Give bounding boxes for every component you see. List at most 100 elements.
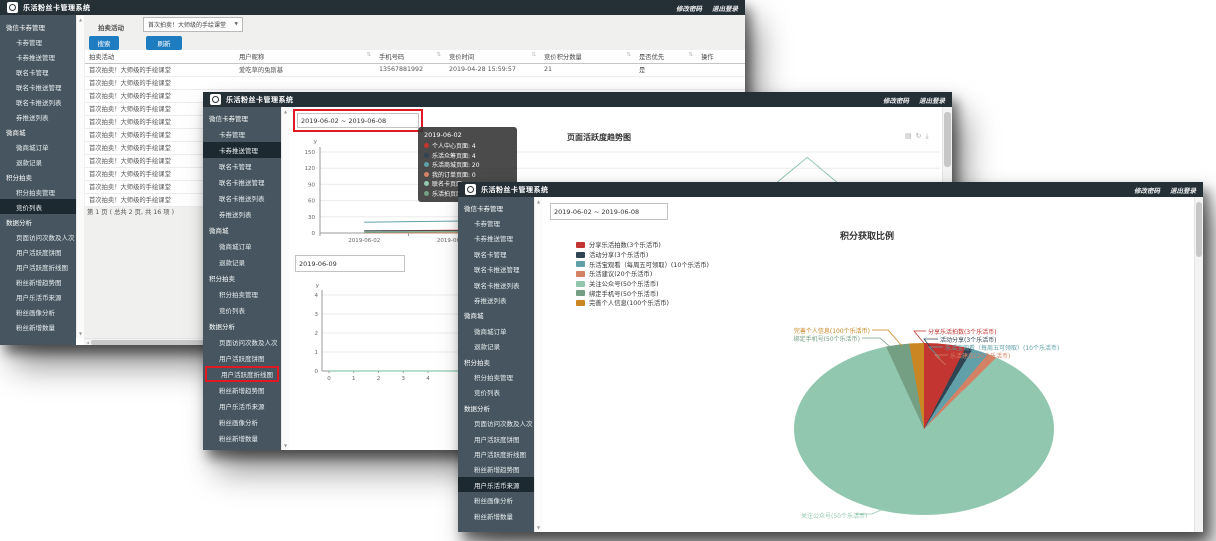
refresh-button[interactable]: 刷新	[146, 36, 182, 50]
logout-link[interactable]: 退出登录	[919, 95, 945, 105]
date-range-input[interactable]: 2019-06-02 ~ 2019-06-08	[550, 203, 668, 220]
sidebar-item-联名卡管理[interactable]: 联名卡管理	[458, 246, 534, 261]
sidebar-item-卡券推送管理[interactable]: 卡券推送管理	[203, 142, 281, 158]
save-image-icon[interactable]: ⤓	[926, 132, 929, 141]
logout-link[interactable]: 退出登录	[1170, 185, 1196, 195]
auction-activity-select[interactable]: 首次拍卖！大师级的手绘课堂 ▼	[143, 17, 243, 32]
content-scrollbar[interactable]: ▲▼	[76, 15, 84, 338]
pie-chart[interactable]	[794, 343, 1054, 515]
sidebar-item-用户活跃度折线图[interactable]: 用户活跃度折线图	[458, 446, 534, 461]
sort-icon[interactable]: ⇅	[688, 52, 693, 58]
sidebar-item-卡券推送管理[interactable]: 卡券推送管理	[0, 49, 76, 64]
content-scrollbar[interactable]: ▲▼	[281, 107, 289, 450]
sidebar-item-用户乐活币来源[interactable]: 用户乐活币来源	[203, 398, 281, 414]
sidebar-item-粉丝新增趋势图[interactable]: 粉丝新增趋势图	[203, 382, 281, 398]
change-password-link[interactable]: 修改密码	[1134, 185, 1160, 195]
scrollbar-thumb[interactable]	[1196, 202, 1202, 257]
scroll-down-icon[interactable]: ▼	[284, 443, 287, 448]
sidebar-item-页面访问次数及人次[interactable]: 页面访问次数及人次	[458, 415, 534, 430]
sidebar-item-页面访问次数及人次[interactable]: 页面访问次数及人次	[0, 229, 76, 244]
scroll-left-icon[interactable]: ◄	[84, 340, 91, 345]
sidebar-item-联名卡管理[interactable]: 联名卡管理	[203, 158, 281, 174]
sidebar-item-券推送列表[interactable]: 券推送列表	[203, 206, 281, 222]
table-row[interactable]: 首次拍卖！大师级的手绘课堂爱吃草的兔斯基135678819922019-04-2…	[85, 63, 745, 76]
sidebar-item-用户乐活币来源[interactable]: 用户乐活币来源	[0, 289, 76, 304]
scroll-up-icon[interactable]: ▲	[537, 199, 540, 204]
logout-link[interactable]: 退出登录	[712, 3, 738, 13]
sidebar-item-联名卡推送列表[interactable]: 联名卡推送列表	[0, 94, 76, 109]
date-range-input[interactable]: 2019-06-02 ~ 2019-06-08	[297, 113, 419, 128]
sidebar-item-用户活跃度饼图[interactable]: 用户活跃度饼图	[203, 350, 281, 366]
sidebar-item-用户活跃度折线图[interactable]: 用户活跃度折线图	[205, 366, 279, 382]
scroll-up-icon[interactable]: ▲	[284, 109, 287, 114]
sidebar-item-卡券管理[interactable]: 卡券管理	[203, 126, 281, 142]
date-input[interactable]: 2019-06-09	[295, 255, 405, 272]
legend-item[interactable]: 乐活建议(20个乐活币)	[576, 269, 709, 279]
sidebar-item-用户活跃度折线图[interactable]: 用户活跃度折线图	[0, 259, 76, 274]
legend-item[interactable]: 活动分享(3个乐活币)	[576, 250, 709, 260]
sort-icon[interactable]: ⇅	[436, 52, 441, 58]
sidebar-item-竞价列表[interactable]: 竞价列表	[458, 385, 534, 400]
sidebar-item-退款记录[interactable]: 退款记录	[0, 154, 76, 169]
sidebar-item-竞价列表[interactable]: 竞价列表	[0, 199, 76, 214]
sidebar-item-粉丝新增趋势图[interactable]: 粉丝新增趋势图	[0, 274, 76, 289]
sidebar-item-粉丝画像分析[interactable]: 粉丝画像分析	[0, 304, 76, 319]
change-password-link[interactable]: 修改密码	[676, 3, 702, 13]
sidebar-item-退款记录[interactable]: 退款记录	[203, 254, 281, 270]
sort-icon[interactable]: ⇅	[531, 52, 536, 58]
sidebar-item-微商城订单[interactable]: 微商城订单	[0, 139, 76, 154]
legend-item[interactable]: 绑定手机号(50个乐活币)	[576, 288, 709, 298]
sidebar-item-粉丝画像分析[interactable]: 粉丝画像分析	[458, 492, 534, 507]
sidebar-item-积分拍卖管理[interactable]: 积分拍卖管理	[203, 286, 281, 302]
sidebar-item-联名卡推送管理[interactable]: 联名卡推送管理	[458, 262, 534, 277]
column-header-是否优先[interactable]: 是否优先⇅	[635, 50, 697, 63]
scroll-down-icon[interactable]: ▼	[79, 331, 82, 336]
sidebar-item-用户活跃度饼图[interactable]: 用户活跃度饼图	[458, 431, 534, 446]
vertical-scrollbar[interactable]	[1194, 197, 1203, 532]
restore-icon[interactable]: ↻	[916, 132, 922, 141]
scroll-up-icon[interactable]: ▲	[79, 17, 82, 22]
scrollbar-thumb[interactable]	[944, 112, 951, 167]
column-header-用户昵称[interactable]: 用户昵称⇅	[235, 50, 375, 63]
sidebar-item-用户活跃度饼图[interactable]: 用户活跃度饼图	[0, 244, 76, 259]
search-button[interactable]: 搜索	[89, 36, 119, 50]
sidebar-item-积分拍卖管理[interactable]: 积分拍卖管理	[0, 184, 76, 199]
legend-item[interactable]: 完善个人信息(100个乐活币)	[576, 298, 709, 308]
legend-item[interactable]: 分享乐活拍数(3个乐活币)	[576, 240, 709, 250]
sidebar-item-联名卡推送管理[interactable]: 联名卡推送管理	[203, 174, 281, 190]
column-header-竞价时间[interactable]: 竞价时间⇅	[445, 50, 540, 63]
change-password-link[interactable]: 修改密码	[883, 95, 909, 105]
scroll-down-icon[interactable]: ▼	[537, 525, 540, 530]
sidebar-item-粉丝画像分析[interactable]: 粉丝画像分析	[203, 414, 281, 430]
sidebar-item-微商城订单[interactable]: 微商城订单	[458, 323, 534, 338]
legend-item[interactable]: 乐活宝观看（每周五可领取）(10个乐活币)	[576, 259, 709, 269]
sidebar-item-退款记录[interactable]: 退款记录	[458, 339, 534, 354]
sidebar-item-粉丝新增数量[interactable]: 粉丝新增数量	[0, 319, 76, 334]
sidebar-item-卡券管理[interactable]: 卡券管理	[458, 215, 534, 230]
sidebar-item-粉丝新增趋势图[interactable]: 粉丝新增趋势图	[458, 462, 534, 477]
legend-item[interactable]: 关注公众号(50个乐活币)	[576, 279, 709, 289]
sidebar-item-页面访问次数及人次[interactable]: 页面访问次数及人次	[203, 334, 281, 350]
sidebar-item-用户乐活币来源[interactable]: 用户乐活币来源	[458, 477, 534, 492]
column-header-竞价积分数量[interactable]: 竞价积分数量⇅	[540, 50, 635, 63]
column-header-手机号码[interactable]: 手机号码⇅	[375, 50, 445, 63]
content-scrollbar[interactable]: ▲▼	[534, 197, 542, 532]
sidebar-item-卡券推送管理[interactable]: 卡券推送管理	[458, 231, 534, 246]
column-header-操作[interactable]: 操作	[697, 50, 745, 63]
data-view-icon[interactable]: ▤	[905, 132, 912, 141]
sidebar-item-联名卡推送列表[interactable]: 联名卡推送列表	[458, 277, 534, 292]
sidebar-item-联名卡管理[interactable]: 联名卡管理	[0, 64, 76, 79]
sidebar-item-联名卡推送列表[interactable]: 联名卡推送列表	[203, 190, 281, 206]
sidebar-item-联名卡推送管理[interactable]: 联名卡推送管理	[0, 79, 76, 94]
table-row[interactable]: 首次拍卖！大师级的手绘课堂	[85, 76, 745, 89]
column-header-拍卖活动[interactable]: 拍卖活动	[85, 50, 235, 63]
sidebar-item-微商城订单[interactable]: 微商城订单	[203, 238, 281, 254]
sidebar-item-粉丝新增数量[interactable]: 粉丝新增数量	[203, 430, 281, 446]
sort-icon[interactable]: ⇅	[626, 52, 631, 58]
sidebar-item-粉丝新增数量[interactable]: 粉丝新增数量	[458, 508, 534, 523]
sort-icon[interactable]: ⇅	[366, 52, 371, 58]
sidebar-item-券推送列表[interactable]: 券推送列表	[0, 109, 76, 124]
sidebar-item-卡券管理[interactable]: 卡券管理	[0, 34, 76, 49]
sidebar-item-竞价列表[interactable]: 竞价列表	[203, 302, 281, 318]
sidebar-item-券推送列表[interactable]: 券推送列表	[458, 292, 534, 307]
